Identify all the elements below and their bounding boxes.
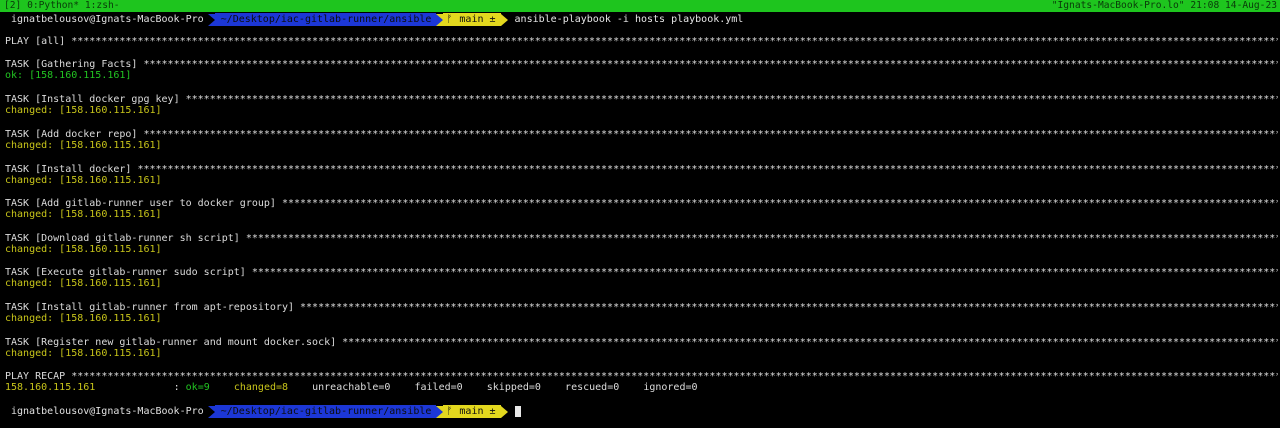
play-header: PLAY [all] *****************************… xyxy=(5,36,1278,47)
powerline-separator-icon xyxy=(207,405,215,418)
task-result: changed: [158.160.115.161] xyxy=(5,278,162,289)
task-result: changed: [158.160.115.161] xyxy=(5,209,162,220)
git-branch-icon: ᚠ xyxy=(446,406,453,417)
task-result: changed: [158.160.115.161] xyxy=(5,175,162,186)
prompt-user-host: ignatbelousov@Ignats-MacBook-Pro xyxy=(0,405,208,418)
task-result: changed: [158.160.115.161] xyxy=(5,348,162,359)
prompt-git-segment: ᚠ main ± xyxy=(443,405,501,418)
prompt-git-branch: main ± xyxy=(459,14,496,25)
recap-row: 158.160.115.161 : ok=9 changed=8 unreach… xyxy=(5,382,1278,394)
prompt-git-segment: ᚠ main ± xyxy=(443,13,501,26)
powerline-separator-icon xyxy=(500,405,508,418)
shell-prompt-line: ignatbelousov@Ignats-MacBook-Pro ~/Deskt… xyxy=(0,405,521,418)
recap-unreachable: unreachable=0 xyxy=(312,382,391,393)
prompt-path: ~/Desktop/iac-gitlab-runner/ansible xyxy=(214,405,437,418)
powerline-separator-icon xyxy=(436,13,444,26)
entered-command: ansible-playbook -i hosts playbook.yml xyxy=(514,14,744,25)
task-result: changed: [158.160.115.161] xyxy=(5,313,162,324)
task-result: changed: [158.160.115.161] xyxy=(5,244,162,255)
task-result: changed: [158.160.115.161] xyxy=(5,105,162,116)
tmux-status-bar: [2] 0:Python* 1:zsh- "Ignats-MacBook-Pro… xyxy=(0,0,1280,12)
recap-changed: changed=8 xyxy=(233,382,289,393)
git-branch-icon: ᚠ xyxy=(446,14,453,25)
tmux-host-clock: "Ignats-MacBook-Pro.lo" 21:08 14-Aug-23 xyxy=(1051,0,1277,11)
recap-host: 158.160.115.161 xyxy=(5,382,96,393)
task-result: changed: [158.160.115.161] xyxy=(5,140,162,151)
recap-ok: ok=9 xyxy=(185,382,210,393)
prompt-user-host: ignatbelousov@Ignats-MacBook-Pro xyxy=(0,13,208,26)
recap-skipped: skipped=0 xyxy=(486,382,541,393)
powerline-separator-icon xyxy=(500,13,508,26)
task-result: ok: [158.160.115.161] xyxy=(5,70,132,81)
prompt-git-branch: main ± xyxy=(459,406,496,417)
tmux-window-list[interactable]: [2] 0:Python* 1:zsh- xyxy=(4,0,120,12)
prompt-path: ~/Desktop/iac-gitlab-runner/ansible xyxy=(214,13,437,26)
powerline-separator-icon xyxy=(436,405,444,418)
powerline-separator-icon xyxy=(207,13,215,26)
recap-ignored: ignored=0 xyxy=(643,382,698,393)
shell-prompt-line: ignatbelousov@Ignats-MacBook-Pro ~/Deskt… xyxy=(0,13,743,26)
recap-rescued: rescued=0 xyxy=(565,382,620,393)
terminal-cursor[interactable] xyxy=(514,406,521,417)
recap-failed: failed=0 xyxy=(414,382,463,393)
